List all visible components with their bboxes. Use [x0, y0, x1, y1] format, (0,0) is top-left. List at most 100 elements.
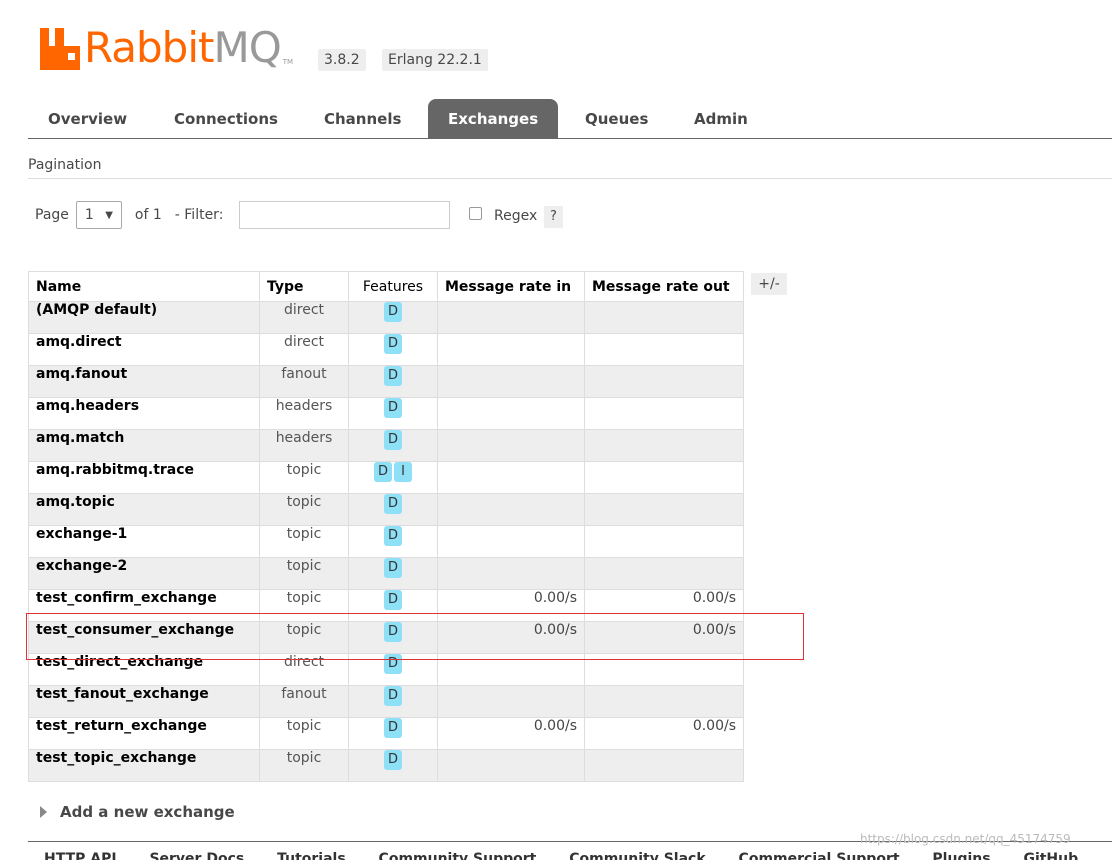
message-rate-out [584, 333, 744, 366]
table-row: exchange-2 topic D [28, 557, 744, 590]
exchange-features: D [348, 365, 438, 398]
rabbitmq-logo[interactable]: Rabbit MQ TM [40, 22, 293, 70]
exchange-features: D [348, 685, 438, 718]
message-rate-in [437, 301, 585, 334]
durable-badge: D [384, 558, 402, 578]
expand-triangle-icon [40, 806, 47, 818]
durable-badge: D [384, 334, 402, 354]
message-rate-in [437, 333, 585, 366]
exchange-name-link[interactable]: exchange-2 [28, 557, 260, 590]
exchange-name-link[interactable]: test_fanout_exchange [28, 685, 260, 718]
message-rate-out [584, 365, 744, 398]
regex-checkbox[interactable] [469, 207, 482, 220]
footer-link-github[interactable]: GitHub [1023, 851, 1078, 860]
exchange-type: fanout [259, 685, 349, 718]
exchange-name-link[interactable]: amq.fanout [28, 365, 260, 398]
erlang-version-badge: Erlang 22.2.1 [382, 49, 488, 71]
exchange-features: D [348, 557, 438, 590]
tab-exchanges[interactable]: Exchanges [428, 99, 559, 138]
exchange-type: topic [259, 525, 349, 558]
pagination-section-title[interactable]: Pagination [28, 157, 1112, 179]
column-header-rate-in[interactable]: Message rate in [437, 271, 585, 302]
message-rate-out [584, 397, 744, 430]
exchange-name-link[interactable]: amq.rabbitmq.trace [28, 461, 260, 494]
column-header-name[interactable]: Name [28, 271, 260, 302]
message-rate-in [437, 685, 585, 718]
exchange-features: D [348, 397, 438, 430]
add-exchange-label: Add a new exchange [60, 803, 235, 821]
exchanges-table: Name Type Features Message rate in Messa… [28, 271, 744, 782]
table-row: amq.rabbitmq.trace topic D I [28, 461, 744, 494]
message-rate-out [584, 493, 744, 526]
tab-overview[interactable]: Overview [28, 99, 147, 138]
page-count-label: of 1 [134, 207, 162, 223]
footer-link-plugins[interactable]: Plugins [932, 851, 990, 860]
message-rate-out [584, 461, 744, 494]
exchange-name-link[interactable]: test_topic_exchange [28, 749, 260, 782]
message-rate-in [437, 429, 585, 462]
exchange-type: headers [259, 429, 349, 462]
durable-badge: D [384, 686, 402, 706]
exchange-features: D [348, 525, 438, 558]
footer-link-tutorials[interactable]: Tutorials [277, 851, 346, 860]
footer-link-commercial-support[interactable]: Commercial Support [739, 851, 900, 860]
exchange-name-link[interactable]: (AMQP default) [28, 301, 260, 334]
tab-queues[interactable]: Queues [565, 99, 668, 138]
tab-connections[interactable]: Connections [154, 99, 298, 138]
exchange-name-link[interactable]: test_return_exchange [28, 717, 260, 750]
add-exchange-section[interactable]: Add a new exchange [40, 801, 235, 823]
message-rate-in [437, 365, 585, 398]
tab-admin[interactable]: Admin [674, 99, 768, 138]
table-row: amq.direct direct D [28, 333, 744, 366]
table-row: amq.fanout fanout D [28, 365, 744, 398]
logo-trademark: TM [282, 58, 294, 66]
page-select[interactable]: 1 ▼ [75, 201, 122, 229]
logo-text-rabbit: Rabbit [84, 23, 214, 72]
exchange-name-link[interactable]: exchange-1 [28, 525, 260, 558]
durable-badge: D [384, 718, 402, 738]
exchange-type: fanout [259, 365, 349, 398]
message-rate-in [437, 749, 585, 782]
durable-badge: D [384, 302, 402, 322]
message-rate-out [584, 557, 744, 590]
table-row: amq.match headers D [28, 429, 744, 462]
exchange-name-link[interactable]: amq.direct [28, 333, 260, 366]
table-row: test_fanout_exchange fanout D [28, 685, 744, 718]
message-rate-out [584, 429, 744, 462]
exchange-type: topic [259, 493, 349, 526]
exchange-type: headers [259, 397, 349, 430]
regex-help-button[interactable]: ? [544, 206, 563, 228]
tab-channels[interactable]: Channels [304, 99, 421, 138]
message-rate-in [437, 397, 585, 430]
highlight-box [26, 613, 804, 660]
table-row: test_topic_exchange topic D [28, 749, 744, 782]
footer-link-community-slack[interactable]: Community Slack [569, 851, 705, 860]
message-rate-in [437, 525, 585, 558]
exchange-name-link[interactable]: amq.match [28, 429, 260, 462]
column-header-type[interactable]: Type [259, 271, 349, 302]
footer-link-server-docs[interactable]: Server Docs [149, 851, 244, 860]
table-header-row: Name Type Features Message rate in Messa… [28, 271, 744, 302]
page-label: Page [35, 207, 69, 223]
main-nav-tabs: Overview Connections Channels Exchanges … [28, 99, 1112, 139]
message-rate-in: 0.00/s [437, 717, 585, 750]
exchange-features: DI [348, 461, 438, 494]
exchange-name-link[interactable]: amq.headers [28, 397, 260, 430]
durable-badge: D [384, 398, 402, 418]
message-rate-in [437, 493, 585, 526]
message-rate-out [584, 301, 744, 334]
column-header-features: Features [348, 271, 438, 302]
table-row: amq.headers headers D [28, 397, 744, 430]
chevron-down-icon: ▼ [105, 209, 113, 221]
column-header-rate-out[interactable]: Message rate out [584, 271, 744, 302]
toggle-columns-button[interactable]: +/- [751, 273, 787, 295]
exchange-type: direct [259, 301, 349, 334]
message-rate-out: 0.00/s [584, 717, 744, 750]
footer-link-community-support[interactable]: Community Support [379, 851, 537, 860]
durable-badge: D [384, 750, 402, 770]
exchange-name-link[interactable]: amq.topic [28, 493, 260, 526]
footer-link-http-api[interactable]: HTTP API [44, 851, 117, 860]
message-rate-in [437, 557, 585, 590]
filter-input[interactable] [239, 201, 450, 229]
message-rate-out [584, 685, 744, 718]
